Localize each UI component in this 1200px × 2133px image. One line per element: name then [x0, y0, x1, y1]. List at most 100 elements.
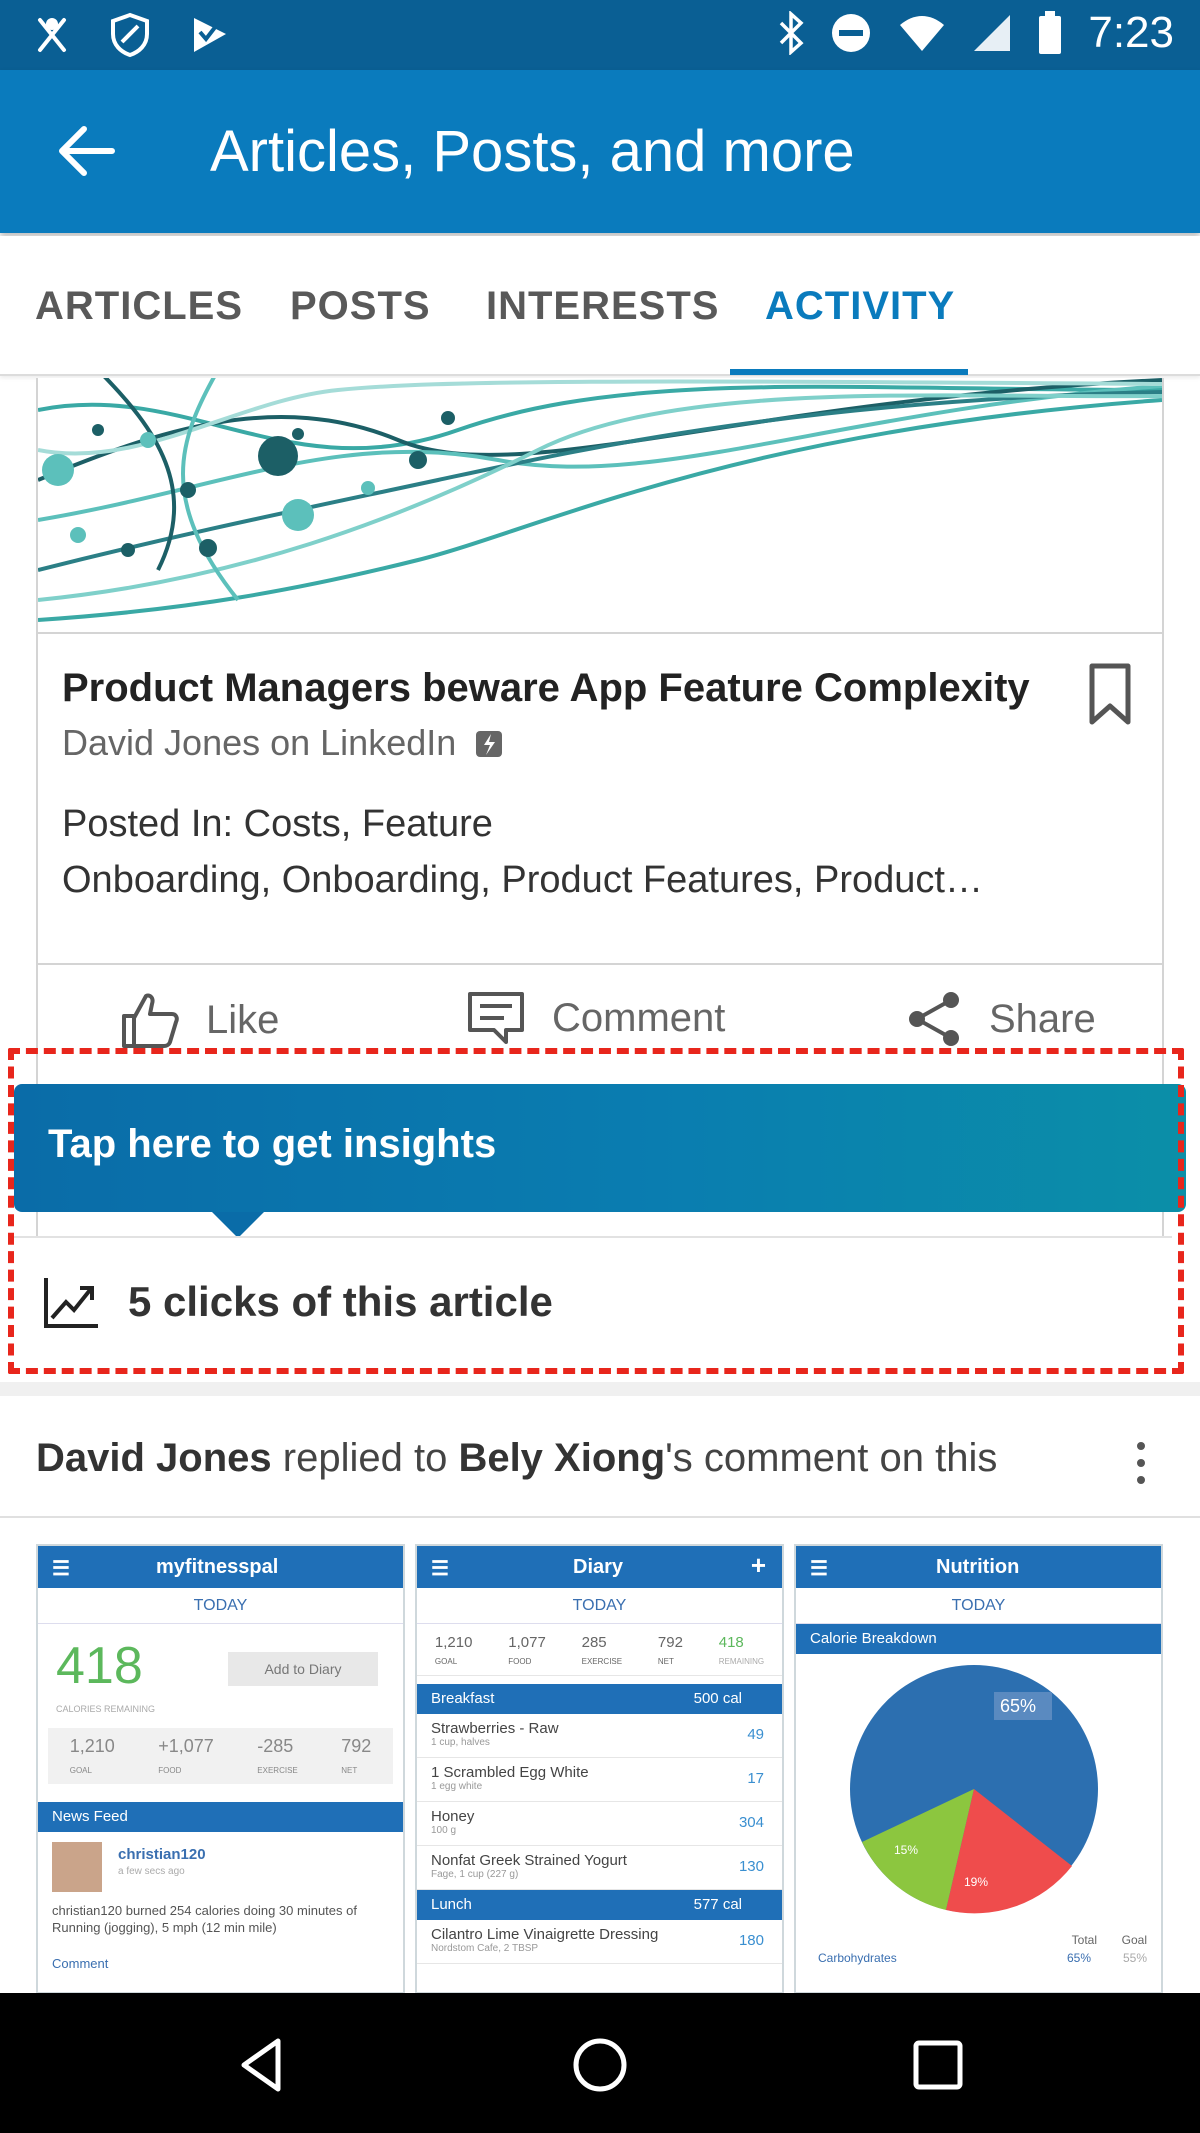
signal-icon	[974, 15, 1011, 51]
more-vert-icon[interactable]	[1130, 1438, 1152, 1488]
s3-carbs: Carbohydrates	[818, 1951, 897, 1965]
s3-pct-big: 65%	[1000, 1696, 1036, 1716]
s2-breakfast-cal: 500 cal	[693, 1690, 742, 1707]
s2-today: TODAY	[572, 1597, 627, 1614]
article-source: David Jones on LinkedIn	[62, 722, 504, 764]
s3-breakdown: Calorie Breakdown	[810, 1630, 937, 1647]
s3-pct-red: 19%	[964, 1875, 988, 1889]
network-lines-illustration	[38, 378, 1162, 632]
like-label: Like	[206, 997, 280, 1042]
nav-home-icon[interactable]	[570, 2035, 630, 2095]
s3-date: TODAY	[796, 1588, 1161, 1624]
actor-name[interactable]: David Jones	[36, 1436, 272, 1480]
s1-user: christian120	[118, 1846, 206, 1863]
s3-pct-green: 15%	[894, 1843, 918, 1857]
s3-carbs-goal: 55%	[1122, 1951, 1147, 1965]
s1-header: ☰ myfitnesspal	[38, 1546, 403, 1588]
s2-date: TODAY	[417, 1588, 782, 1624]
s1-stat-goal: 1,210 GOAL	[69, 1736, 115, 1775]
s1-user-time: a few secs ago	[118, 1866, 185, 1877]
s2-stat-exercise: 285 EXERCISE	[581, 1634, 623, 1666]
s2-stats: 1,210 GOAL 1,077 FOOD 285 EXERCISE 792 NET 4…	[417, 1624, 782, 1676]
s2-breakfast-bar: Breakfast 500 cal	[417, 1684, 782, 1714]
tab-interests[interactable]: INTERESTS	[486, 284, 719, 329]
comment-icon	[468, 992, 524, 1044]
s3-header: ☰ Nutrition	[796, 1546, 1161, 1588]
nav-recents-icon[interactable]	[908, 2035, 968, 2095]
s1-feed-post: christian120 a few secs ago christian120…	[38, 1832, 403, 1982]
s1-stats: 1,210 GOAL +1,077 FOOD -285 EXERCISE 792 NET	[48, 1728, 393, 1784]
back-arrow-icon[interactable]	[52, 116, 122, 186]
active-tab-indicator	[730, 369, 968, 375]
s2-food-row: Nonfat Greek Strained Yogurt Fage, 1 cup …	[417, 1846, 782, 1890]
s1-date: TODAY	[38, 1588, 403, 1624]
tab-activity[interactable]: ACTIVITY	[765, 284, 955, 329]
share-button[interactable]: Share	[905, 990, 1096, 1048]
post-image[interactable]: ☰ myfitnesspal TODAY 418 CALORIES REMAIN…	[36, 1544, 1164, 1993]
article-source-text: David Jones on LinkedIn	[62, 722, 457, 763]
comment-label: Comment	[552, 995, 726, 1040]
s2-food-row: Cilantro Lime Vinaigrette Dressing Nordst…	[417, 1920, 782, 1964]
activity-feed[interactable]: Product Managers beware App Feature Comp…	[0, 378, 1200, 1993]
s3-today: TODAY	[951, 1597, 1006, 1614]
s3-title: Nutrition	[936, 1556, 1020, 1578]
s1-stat-food: +1,077 FOOD	[158, 1736, 214, 1775]
wifi-icon	[900, 16, 945, 51]
s2-breakfast: Breakfast	[431, 1690, 495, 1707]
app-bar: Articles, Posts, and more	[0, 70, 1200, 233]
feed-activity-header[interactable]: David Jones replied to Bely Xiong's comm…	[36, 1436, 997, 1481]
activity-suffix: 's comment on this	[665, 1436, 998, 1480]
calorie-pie-chart: 65% 15% 19%	[850, 1665, 1098, 1914]
bluetooth-icon	[780, 11, 804, 55]
share-icon	[909, 992, 959, 1046]
shield-icon	[111, 12, 149, 58]
system-nav-bar	[0, 1993, 1200, 2133]
s1-stat-net: 792 NET	[341, 1736, 372, 1775]
s1-title: myfitnesspal	[156, 1556, 279, 1578]
add-icon: +	[750, 1550, 766, 1580]
target-name[interactable]: Bely Xiong	[458, 1436, 665, 1480]
s1-news-feed-bar: News Feed	[38, 1802, 403, 1832]
menu-icon: ☰	[52, 1558, 70, 1580]
bookmark-icon[interactable]	[1082, 660, 1138, 730]
share-label: Share	[989, 996, 1096, 1041]
s1-stat-exercise: -285 EXERCISE	[257, 1736, 298, 1775]
s2-lunch: Lunch	[431, 1896, 472, 1913]
comment-button[interactable]: Comment	[466, 990, 725, 1046]
s3-goal: Goal	[1121, 1933, 1147, 1947]
s2-stat-net: 792 NET	[657, 1634, 683, 1666]
actions-divider	[36, 963, 1164, 965]
nav-back-icon[interactable]	[232, 2035, 292, 2095]
s2-lunch-cal: 577 cal	[693, 1896, 742, 1913]
s1-remaining: 418	[56, 1637, 143, 1695]
feed-item-divider	[0, 1516, 1200, 1518]
tab-posts[interactable]: POSTS	[290, 284, 431, 329]
article-title[interactable]: Product Managers beware App Feature Comp…	[62, 666, 1072, 711]
clock: 7:23	[1088, 8, 1174, 57]
s2-stat-food: 1,077 FOOD	[508, 1634, 546, 1666]
s3-breakdown-bar: Calorie Breakdown	[796, 1624, 1161, 1654]
s2-food-row: Strawberries - Raw 1 cup, halves 49	[417, 1714, 782, 1758]
s3-carbs-total: 65%	[1066, 1951, 1091, 1965]
s3-table: Total Goal Carbohydrates 65% 55%	[796, 1929, 1161, 1969]
s1-today: TODAY	[193, 1597, 248, 1614]
tab-bar: ARTICLES POSTS INTERESTS ACTIVITY	[0, 236, 1200, 376]
like-button[interactable]: Like	[120, 990, 279, 1050]
screenshot-diary: ☰ Diary + TODAY 1,210 GOAL 1,077 FOOD 285 E…	[415, 1544, 784, 1993]
screenshot-nutrition: ☰ Nutrition TODAY Calorie Breakdown 65% …	[794, 1544, 1163, 1993]
status-bar: 7:23	[0, 0, 1200, 70]
s1-add-button: Add to Diary	[228, 1652, 378, 1686]
tab-articles[interactable]: ARTICLES	[35, 284, 243, 329]
s2-stat-goal: 1,210 GOAL	[434, 1634, 473, 1666]
notification-icons	[34, 12, 230, 58]
s2-food-row: 1 Scrambled Egg White 1 egg white 17	[417, 1758, 782, 1802]
s1-avatar	[52, 1842, 102, 1892]
menu-icon: ☰	[810, 1558, 828, 1580]
like-icon	[122, 993, 179, 1048]
page-title: Articles, Posts, and more	[210, 119, 855, 184]
s1-remaining-label: CALORIES REMAINING	[56, 1704, 156, 1714]
article-hero-image	[38, 378, 1162, 634]
s3-total: Total	[1071, 1933, 1097, 1947]
s1-news-feed: News Feed	[52, 1808, 128, 1825]
do-not-disturb-icon	[832, 14, 871, 52]
